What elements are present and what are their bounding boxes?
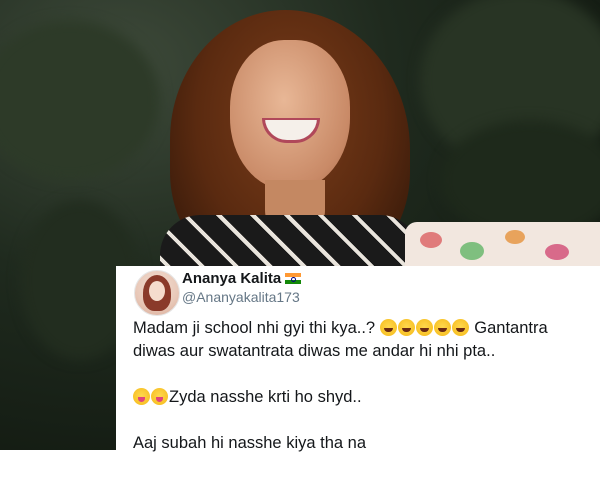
- tweet-line1-prefix: Madam ji school nhi gyi thi kya..?: [133, 319, 380, 337]
- zany-face-emoji-icon: [133, 388, 150, 405]
- author-handle[interactable]: @Ananyakalita173: [182, 289, 300, 305]
- photo-face: [230, 40, 350, 190]
- tweet-line3: Aaj subah hi nasshe kiya tha na: [133, 434, 366, 452]
- rofl-emoji-icon: [451, 319, 469, 336]
- tweet-text: Madam ji school nhi gyi thi kya..? Ganta…: [133, 317, 593, 478]
- rofl-emoji-icon: [379, 319, 397, 336]
- photo-pillow: [405, 222, 600, 272]
- india-flag-icon: [285, 273, 302, 285]
- tweet-card: Ananya Kalita @Ananyakalita173 Madam ji …: [116, 266, 600, 452]
- avatar-face: [149, 281, 165, 301]
- tweet-line2: Zyda nasshe krti ho shyd..: [169, 388, 362, 406]
- avatar[interactable]: [134, 270, 180, 316]
- tweet-paragraph-3: Aaj subah hi nasshe kiya tha na: [133, 432, 593, 455]
- rofl-emoji-icon: [433, 319, 451, 336]
- tweet-paragraph-1: Madam ji school nhi gyi thi kya..? Ganta…: [133, 317, 593, 363]
- author-name[interactable]: Ananya Kalita: [182, 270, 281, 287]
- rofl-emoji-icon: [415, 319, 433, 336]
- zany-face-emoji-icon: [151, 388, 168, 405]
- rofl-emoji-icon: [397, 319, 415, 336]
- tweet-paragraph-2: Zyda nasshe krti ho shyd..: [133, 386, 593, 409]
- author-row: Ananya Kalita: [182, 270, 302, 287]
